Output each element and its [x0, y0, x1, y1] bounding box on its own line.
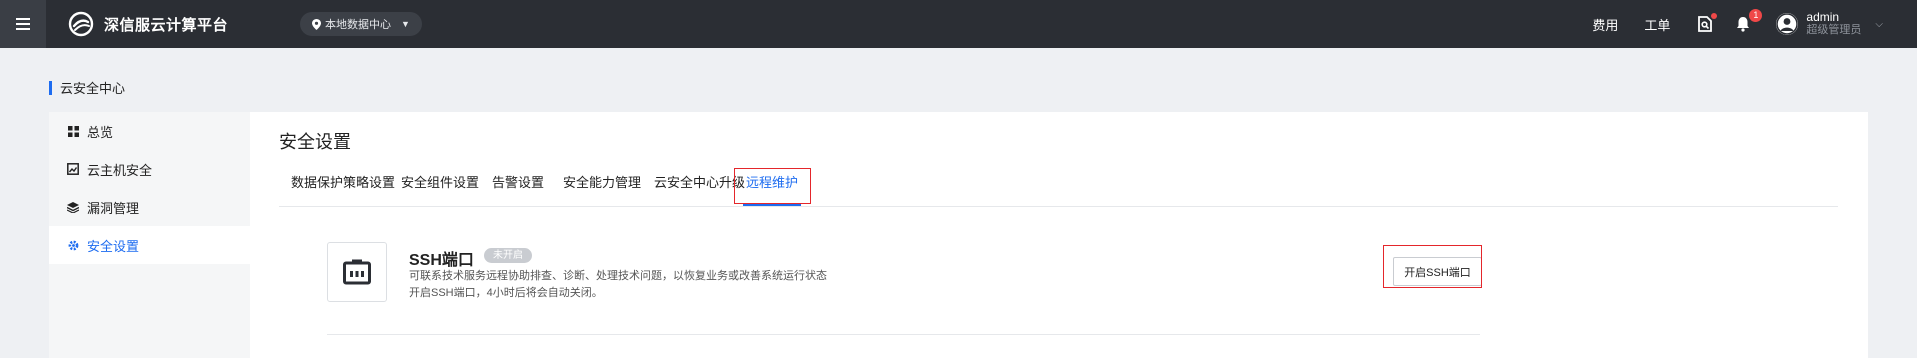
sidebar-item-label: 安全设置 [87, 238, 140, 254]
tab-label: 云安全中心升级 [654, 175, 746, 190]
tab-security-components[interactable]: 安全组件设置 [401, 170, 479, 206]
datacenter-label: 本地数据中心 [325, 19, 392, 31]
description-line: 可联系技术服务远程协助排查、诊断、处理技术问题，以恢复业务或改善系统运行状态 [409, 270, 827, 282]
tab-label: 数据保护策略设置 [291, 175, 396, 190]
tab-label: 远程维护 [745, 175, 798, 190]
document-search-icon[interactable] [1696, 13, 1718, 33]
bell-icon[interactable]: 1 [1734, 9, 1763, 33]
cost-link[interactable]: 费用 [1592, 15, 1618, 34]
main-panel-content: 总览 云主机安全 漏洞管理 安全设置 安全设置 数据保护策略设置 安全组件设置 … [49, 112, 1868, 358]
chevron-down-icon: ⌵ [1875, 18, 1883, 30]
notification-badge: 1 [1749, 9, 1763, 22]
description-line: 开启SSH端口，4小时后将会自动关闭。 [409, 287, 603, 299]
sidebar-item-label: 总览 [87, 124, 114, 140]
gear-icon [67, 239, 79, 251]
sidebar-item-overview[interactable]: 总览 [49, 112, 250, 150]
tab-bar: 数据保护策略设置 安全组件设置 告警设置 安全能力管理 云安全中心升级 远程维护 [279, 168, 1838, 207]
brand[interactable]: 深信服云计算平台 [68, 11, 228, 37]
user-role: 超级管理员 [1806, 24, 1862, 36]
user-icon [1776, 13, 1799, 35]
platform-title: 深信服云计算平台 [104, 16, 229, 34]
datacenter-select[interactable]: 本地数据中心 ▼ [300, 12, 422, 36]
breadcrumb-title: 云安全中心 [60, 81, 126, 96]
sidebar-item-label: 云主机安全 [87, 162, 153, 178]
breadcrumb: 云安全中心 [49, 78, 125, 97]
platform-logo-icon [68, 11, 94, 37]
page-title: 安全设置 [279, 132, 351, 152]
user-name: admin [1806, 10, 1840, 24]
grid-icon [67, 125, 79, 137]
avatar [1776, 13, 1799, 35]
sidebar-item-label: 漏洞管理 [87, 200, 140, 216]
status-badge: 未开启 [484, 248, 532, 263]
tab-data-protection[interactable]: 数据保护策略设置 [291, 170, 395, 206]
sidebar-item-vulnerability[interactable]: 漏洞管理 [49, 188, 250, 226]
user-menu[interactable]: admin 超级管理员 ⌵ [1776, 11, 1883, 37]
menu-toggle-button[interactable] [0, 0, 46, 48]
ssh-port-row: SSH端口 未开启 可联系技术服务远程协助排查、诊断、处理技术问题，以恢复业务或… [327, 242, 1480, 335]
host-security-icon [67, 163, 79, 175]
server-port-icon [327, 242, 387, 302]
sidebar-item-host-security[interactable]: 云主机安全 [49, 150, 250, 188]
unread-dot [1711, 13, 1718, 19]
caret-down-icon: ▼ [401, 19, 410, 29]
hamburger-icon [16, 18, 30, 30]
open-ssh-port-button[interactable]: 开启SSH端口 [1393, 257, 1482, 286]
ticket-link[interactable]: 工单 [1644, 15, 1670, 34]
location-pin-icon [312, 18, 322, 30]
ssh-port-title: SSH端口 [409, 252, 474, 269]
layers-icon [67, 201, 79, 213]
tab-remote-maintenance[interactable]: 远程维护 [743, 170, 801, 206]
sidebar-item-security-settings[interactable]: 安全设置 [49, 226, 250, 264]
top-navbar: 深信服云计算平台 本地数据中心 ▼ 费用 工单 1 admin 超级管理员 ⌵ [0, 0, 1917, 48]
tab-upgrade[interactable]: 云安全中心升级 [654, 170, 745, 206]
tab-capability-management[interactable]: 安全能力管理 [563, 170, 641, 206]
tab-label: 安全组件设置 [401, 175, 480, 190]
ssh-port-description: 可联系技术服务远程协助排查、诊断、处理技术问题，以恢复业务或改善系统运行状态 开… [409, 268, 827, 302]
active-tab-underline [743, 204, 801, 206]
tab-label: 安全能力管理 [563, 175, 642, 190]
tab-alert-settings[interactable]: 告警设置 [492, 170, 544, 206]
tab-label: 告警设置 [492, 175, 545, 190]
sidebar-nav: 总览 云主机安全 漏洞管理 安全设置 [49, 112, 250, 358]
breadcrumb-accent-bar [49, 80, 52, 95]
